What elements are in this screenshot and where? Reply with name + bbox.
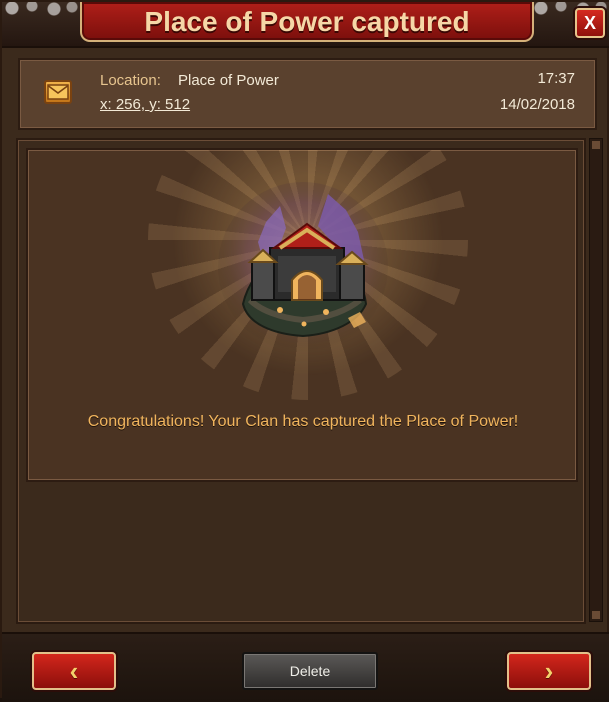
window-title: Place of Power captured: [144, 6, 470, 37]
delete-button[interactable]: Delete: [242, 652, 378, 690]
report-date: 14/02/2018: [499, 96, 575, 113]
scroll-up-arrow[interactable]: [591, 140, 601, 150]
capture-message: Congratulations! Your Clan has captured …: [87, 413, 519, 430]
report-header: Location: Place of Power x: 256, y: 512 …: [18, 58, 597, 130]
previous-report-button[interactable]: ‹: [32, 652, 116, 690]
content-scrollbar[interactable]: [589, 138, 603, 622]
scroll-down-arrow[interactable]: [591, 610, 601, 620]
report-time: 17:37: [537, 70, 575, 87]
title-bar: Place of Power captured X: [2, 2, 609, 48]
chevron-left-icon: ‹: [69, 655, 79, 686]
mail-icon: [44, 80, 72, 104]
report-content-area: Congratulations! Your Clan has captured …: [16, 138, 586, 624]
snow-decoration-left: [2, 2, 82, 16]
title-plate: Place of Power captured: [80, 2, 534, 42]
bottom-bar: ‹ Delete ›: [2, 632, 609, 702]
coordinates-link[interactable]: x: 256, y: 512: [100, 96, 190, 113]
place-of-power-castle-image: [208, 172, 398, 362]
close-button[interactable]: X: [575, 8, 605, 38]
location-label: Location:: [100, 72, 161, 89]
report-window: Place of Power captured X Location: Plac…: [0, 0, 609, 702]
chevron-right-icon: ›: [544, 655, 554, 686]
close-icon: X: [583, 12, 596, 33]
next-report-button[interactable]: ›: [507, 652, 591, 690]
location-value: Place of Power: [178, 72, 279, 89]
message-panel: Congratulations! Your Clan has captured …: [26, 148, 578, 482]
